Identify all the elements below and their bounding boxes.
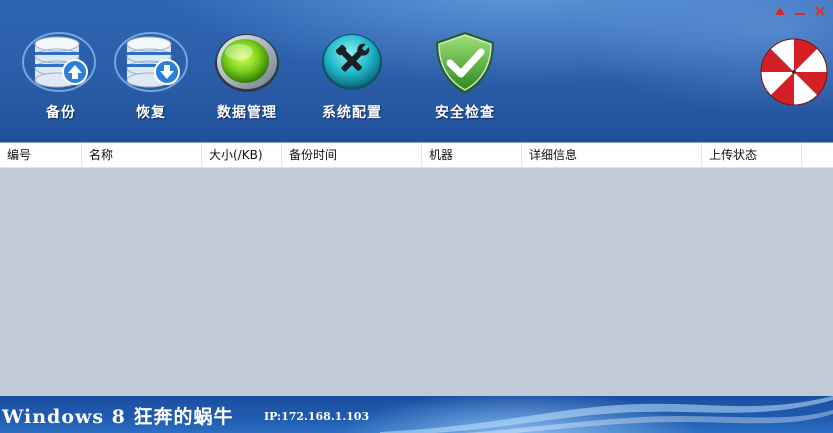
backup-label: 备份 [46, 105, 76, 121]
window-controls [773, 4, 827, 18]
data-manage-button[interactable]: 数据管理 [197, 30, 297, 126]
skin-icon[interactable] [773, 4, 787, 18]
restore-label: 恢复 [136, 105, 166, 121]
column-header-size[interactable]: 大小(/KB) [202, 143, 282, 167]
light-swoosh-decoration [380, 396, 833, 433]
status-bar: Windows 8 狂奔的蜗牛 IP:172.168.1.103 [0, 396, 833, 433]
backup-button[interactable]: 备份 [11, 30, 111, 126]
shield-check-icon [436, 32, 494, 94]
database-upload-icon [22, 32, 96, 92]
system-config-button[interactable]: 系统配置 [302, 30, 402, 126]
umbrella-logo-icon [760, 38, 828, 106]
column-header-machine[interactable]: 机器 [422, 143, 522, 167]
column-header-details[interactable]: 详细信息 [522, 143, 702, 167]
table-body[interactable] [0, 168, 833, 397]
header-banner: 备份 恢复 数据管理 系统配置 安全检查 [0, 0, 833, 142]
table-header: 编号 名称 大小(/KB) 备份时间 机器 详细信息 上传状态 [0, 143, 833, 168]
column-header-filler [802, 143, 833, 167]
database-download-icon [114, 32, 188, 92]
column-header-name[interactable]: 名称 [82, 143, 202, 167]
minimize-icon[interactable] [793, 4, 807, 18]
column-header-id[interactable]: 编号 [0, 143, 82, 167]
security-check-button[interactable]: 安全检查 [415, 30, 515, 126]
system-config-label: 系统配置 [322, 105, 382, 121]
green-orb-icon [215, 34, 279, 92]
app-title: Windows 8 狂奔的蜗牛 [2, 406, 234, 428]
restore-button[interactable]: 恢复 [101, 30, 201, 126]
column-header-backup-time[interactable]: 备份时间 [282, 143, 422, 167]
backup-list-table[interactable]: 编号 名称 大小(/KB) 备份时间 机器 详细信息 上传状态 [0, 142, 833, 397]
ip-address: IP:172.168.1.103 [264, 410, 370, 423]
security-check-label: 安全检查 [435, 105, 495, 121]
data-manage-label: 数据管理 [217, 105, 277, 121]
close-icon[interactable] [813, 4, 827, 18]
column-header-upload-status[interactable]: 上传状态 [702, 143, 802, 167]
tools-icon [322, 34, 382, 90]
